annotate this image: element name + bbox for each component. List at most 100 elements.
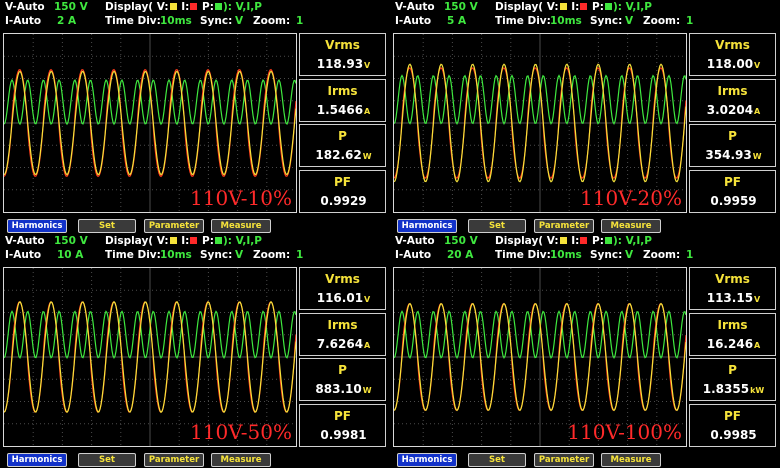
measurement-label: Irms	[717, 317, 748, 332]
measure-button[interactable]: Measure	[211, 219, 271, 233]
parameter-button[interactable]: Parameter	[534, 219, 594, 233]
set-button[interactable]: Set	[468, 453, 526, 467]
measurement-irms: Irms 3.0204A	[689, 78, 776, 122]
measurement-irms: Irms 1.5466A	[299, 78, 386, 122]
voltage-range: 150 V	[54, 1, 88, 13]
measurement-unit: V	[364, 295, 371, 304]
measurement-label: PF	[334, 174, 351, 189]
zoom-label: Zoom:	[253, 15, 291, 27]
measurement-value: 118.00V	[694, 57, 773, 71]
measurement-value: 116.01V	[304, 291, 383, 305]
measurement-vrms: Vrms 113.15V	[689, 267, 776, 310]
measurement-column: Vrms 113.15V Irms 16.246A P 1.8355kW PF 0.9985	[689, 267, 776, 447]
measurement-irms: Irms 16.246A	[689, 312, 776, 356]
measure-button[interactable]: Measure	[601, 219, 661, 233]
measurement-column: Vrms 118.00V Irms 3.0204A P 354.93W PF 0.9959	[689, 33, 776, 213]
status-header: V-Auto 150 V Display( V: I: P:): V,I,P I…	[390, 234, 778, 266]
zoom-value: 1	[686, 249, 694, 261]
measurement-unit: V	[754, 295, 761, 304]
current-mode: I-Auto	[5, 15, 42, 27]
measurement-vrms: Vrms 118.00V	[689, 33, 776, 76]
softkey-bar: Harmonics Set Parameter Measure	[0, 453, 388, 467]
current-mode: I-Auto	[395, 15, 432, 27]
set-button[interactable]: Set	[78, 219, 136, 233]
measurement-unit: V	[754, 61, 761, 70]
time-div-value: 10ms	[550, 249, 582, 261]
measurement-vrms: Vrms 118.93V	[299, 33, 386, 76]
measurement-number: 7.6264	[316, 336, 364, 351]
measurement-unit: V	[364, 61, 371, 70]
measurement-label: Irms	[327, 83, 358, 98]
time-div-label: Time Div:	[495, 249, 551, 261]
zoom-label: Zoom:	[643, 249, 681, 261]
current-legend-icon	[190, 237, 198, 244]
softkey-bar: Harmonics Set Parameter Measure	[0, 219, 388, 233]
measurement-unit: A	[364, 106, 371, 116]
harmonics-button[interactable]: Harmonics	[397, 453, 457, 467]
measurement-label: Irms	[717, 83, 748, 98]
measurement-label: Vrms	[325, 272, 360, 286]
sync-label: Sync:	[200, 249, 233, 261]
softkey-bar: Harmonics Set Parameter Measure	[390, 453, 778, 467]
parameter-button[interactable]: Parameter	[534, 453, 594, 467]
parameter-button[interactable]: Parameter	[144, 453, 204, 467]
measurement-number: 0.9929	[320, 193, 367, 208]
current-range: 20 A	[447, 249, 474, 261]
measurement-number: 113.15	[706, 291, 754, 305]
measurement-number: 182.62	[315, 148, 362, 162]
display-value: ): V,I,P	[612, 235, 652, 247]
current-legend-label: I:	[571, 1, 580, 13]
harmonics-button[interactable]: Harmonics	[7, 453, 67, 467]
display-prefix: Display( V:	[495, 1, 559, 13]
measurement-number: 116.01	[316, 291, 364, 305]
status-header: V-Auto 150 V Display( V: I: P:): V,I,P I…	[390, 0, 778, 32]
zoom-label: Zoom:	[643, 15, 681, 27]
measure-button[interactable]: Measure	[601, 453, 661, 467]
display-prefix: Display( V:	[105, 235, 169, 247]
zoom-value: 1	[296, 15, 304, 27]
display-prefix: Display( V:	[495, 235, 559, 247]
time-div-value: 10ms	[160, 15, 192, 27]
current-range: 10 A	[57, 249, 84, 261]
current-mode: I-Auto	[395, 249, 432, 261]
current-legend-icon	[580, 3, 588, 10]
harmonics-button[interactable]: Harmonics	[397, 219, 457, 233]
display-label: Display( V: I: P:): V,I,P	[495, 1, 652, 14]
zoom-value: 1	[296, 249, 304, 261]
measurement-unit: A	[364, 340, 371, 350]
measurement-column: Vrms 118.93V Irms 1.5466A P 182.62W PF 0.9929	[299, 33, 386, 213]
display-value: ): V,I,P	[612, 1, 652, 13]
parameter-button[interactable]: Parameter	[144, 219, 204, 233]
measurement-label: Vrms	[715, 272, 750, 286]
harmonics-button[interactable]: Harmonics	[7, 219, 67, 233]
set-button[interactable]: Set	[78, 453, 136, 467]
voltage-legend-icon	[169, 3, 177, 10]
measurement-label: P	[338, 129, 347, 143]
voltage-range: 150 V	[54, 235, 88, 247]
meter-panel-4: V-Auto 150 V Display( V: I: P:): V,I,P I…	[390, 234, 778, 468]
sync-label: Sync:	[590, 15, 623, 27]
voltage-legend-icon	[169, 237, 177, 244]
measurement-value: 0.9959	[694, 194, 773, 208]
current-range: 5 A	[447, 15, 467, 27]
measurement-number: 1.5466	[316, 102, 364, 117]
voltage-mode: V-Auto	[395, 235, 435, 247]
measurement-value: 0.9981	[304, 428, 383, 442]
measurement-p: P 1.8355kW	[689, 358, 776, 401]
display-label: Display( V: I: P:): V,I,P	[495, 235, 652, 248]
power-legend-icon	[604, 3, 612, 10]
current-legend-label: I:	[181, 235, 190, 247]
voltage-mode: V-Auto	[5, 235, 45, 247]
measurement-unit: A	[754, 340, 761, 350]
measure-button[interactable]: Measure	[211, 453, 271, 467]
sync-label: Sync:	[590, 249, 623, 261]
measurement-pf: PF 0.9981	[299, 403, 386, 447]
measurement-unit: W	[362, 152, 372, 161]
meter-panel-2: V-Auto 150 V Display( V: I: P:): V,I,P I…	[390, 0, 778, 234]
set-button[interactable]: Set	[468, 219, 526, 233]
measurement-label: PF	[334, 408, 351, 423]
sync-value: V	[235, 249, 244, 261]
time-div-value: 10ms	[160, 249, 192, 261]
time-div-label: Time Div:	[105, 249, 161, 261]
time-div-label: Time Div:	[105, 15, 161, 27]
